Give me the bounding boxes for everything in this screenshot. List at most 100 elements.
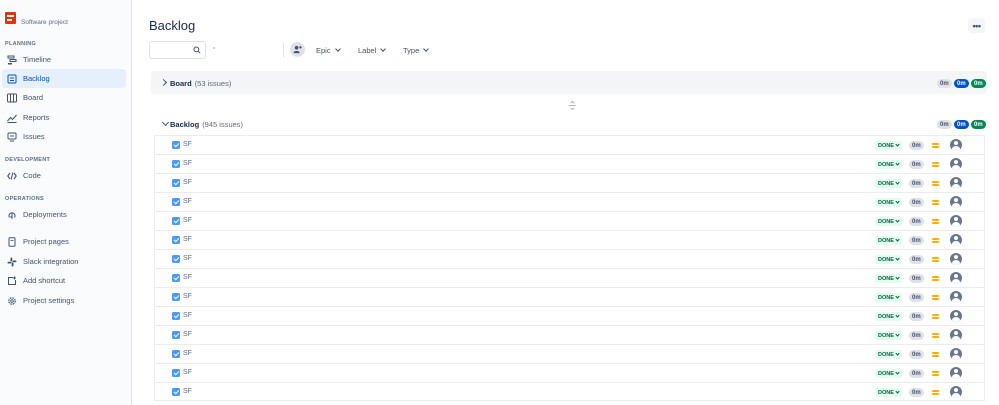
type-filter-button[interactable]: Type bbox=[403, 44, 430, 56]
estimate-pill-todo: 0m bbox=[937, 120, 952, 129]
chevron-right-icon[interactable] bbox=[159, 78, 168, 87]
status-label: DONE bbox=[878, 237, 894, 244]
issue-row[interactable]: SF DONE 0m bbox=[154, 154, 985, 173]
drag-handle-icon[interactable] bbox=[568, 101, 577, 110]
label-filter-button[interactable]: Label bbox=[358, 44, 387, 56]
issue-row[interactable]: SF DONE 0m bbox=[154, 363, 985, 382]
filter-label: Epic bbox=[316, 45, 331, 55]
sidebar-item-project-pages[interactable]: Project pages bbox=[2, 232, 126, 251]
assignee-avatar[interactable] bbox=[950, 291, 962, 303]
sidebar-item-slack-integration[interactable]: Slack integration bbox=[2, 252, 126, 271]
sidebar-item-label: Board bbox=[23, 93, 44, 102]
issue-row[interactable]: SF DONE 0m bbox=[154, 382, 985, 401]
status-dropdown[interactable]: DONE bbox=[875, 160, 902, 169]
estimate-badge: 0m bbox=[909, 293, 924, 302]
priority-medium-icon bbox=[932, 389, 939, 395]
priority-medium-icon bbox=[932, 294, 939, 300]
issue-row[interactable]: SF DONE 0m bbox=[154, 344, 985, 363]
epic-filter-button[interactable]: Epic bbox=[316, 44, 341, 56]
issue-key[interactable]: SF bbox=[183, 217, 192, 224]
status-dropdown[interactable]: DONE bbox=[875, 141, 902, 150]
sidebar-item-label: Backlog bbox=[23, 74, 50, 83]
add-people-filter-button[interactable] bbox=[290, 42, 305, 57]
task-type-icon bbox=[172, 217, 180, 225]
add-person-icon bbox=[293, 45, 302, 54]
task-type-icon bbox=[172, 255, 180, 263]
issue-key[interactable]: SF bbox=[183, 255, 192, 262]
issue-row[interactable]: SF DONE 0m bbox=[154, 211, 985, 230]
project-logo bbox=[5, 12, 16, 24]
issue-key[interactable]: SF bbox=[183, 331, 192, 338]
issue-key[interactable]: SF bbox=[183, 350, 192, 357]
issue-key[interactable]: SF bbox=[183, 236, 192, 243]
sidebar-item-add-shortcut[interactable]: Add shortcut bbox=[2, 271, 126, 290]
sidebar-item-reports[interactable]: Reports bbox=[2, 108, 126, 127]
assignee-avatar[interactable] bbox=[950, 386, 962, 398]
sidebar-item-deployments[interactable]: Deployments bbox=[2, 205, 126, 224]
status-label: DONE bbox=[878, 218, 894, 225]
assignee-avatar[interactable] bbox=[950, 329, 962, 341]
sidebar-item-board[interactable]: Board bbox=[2, 88, 126, 107]
assignee-avatar[interactable] bbox=[950, 139, 962, 151]
assignee-avatar[interactable] bbox=[950, 272, 962, 284]
assignee-avatar[interactable] bbox=[950, 253, 962, 265]
assignee-avatar[interactable] bbox=[950, 215, 962, 227]
issue-row[interactable]: SF DONE 0m bbox=[154, 268, 985, 287]
issue-key[interactable]: SF bbox=[183, 179, 192, 186]
estimate-pill-in-progress: 0m bbox=[954, 120, 969, 129]
status-dropdown[interactable]: DONE bbox=[875, 236, 902, 245]
priority-medium-icon bbox=[932, 218, 939, 224]
assignee-avatar[interactable] bbox=[950, 348, 962, 360]
issue-key[interactable]: SF bbox=[183, 160, 192, 167]
sidebar-item-timeline[interactable]: Timeline bbox=[2, 50, 126, 69]
assignee-avatar[interactable] bbox=[950, 177, 962, 189]
issue-key[interactable]: SF bbox=[183, 312, 192, 319]
sidebar-item-project-settings[interactable]: Project settings bbox=[2, 291, 126, 310]
sidebar-item-backlog[interactable]: Backlog bbox=[2, 69, 126, 88]
search-input[interactable] bbox=[153, 42, 197, 58]
issue-row[interactable]: SF DONE 0m bbox=[154, 230, 985, 249]
status-dropdown[interactable]: DONE bbox=[875, 331, 902, 340]
search-field[interactable] bbox=[149, 41, 206, 59]
issue-key[interactable]: SF bbox=[183, 198, 192, 205]
section-title-operations: OPERATIONS bbox=[5, 196, 44, 202]
status-label: DONE bbox=[878, 332, 894, 339]
issue-key[interactable]: SF bbox=[183, 141, 192, 148]
issue-row[interactable]: SF DONE 0m bbox=[154, 192, 985, 211]
status-dropdown[interactable]: DONE bbox=[875, 312, 902, 321]
issue-row[interactable]: SF DONE 0m bbox=[154, 135, 985, 154]
project-header[interactable]: Software project bbox=[5, 12, 131, 32]
issue-row[interactable]: SF DONE 0m bbox=[154, 306, 985, 325]
chevron-down-icon bbox=[895, 332, 900, 337]
status-dropdown[interactable]: DONE bbox=[875, 388, 902, 397]
status-dropdown[interactable]: DONE bbox=[875, 217, 902, 226]
issue-key[interactable]: SF bbox=[183, 274, 192, 281]
issue-row[interactable]: SF DONE 0m bbox=[154, 249, 985, 268]
estimate-pill-done: 0m bbox=[971, 120, 986, 129]
issue-row[interactable]: SF DONE 0m bbox=[154, 287, 985, 306]
assignee-avatar[interactable] bbox=[950, 310, 962, 322]
estimate-badge: 0m bbox=[909, 217, 924, 226]
status-dropdown[interactable]: DONE bbox=[875, 274, 902, 283]
status-dropdown[interactable]: DONE bbox=[875, 179, 902, 188]
issue-key[interactable]: SF bbox=[183, 293, 192, 300]
issue-row[interactable]: SF DONE 0m bbox=[154, 173, 985, 192]
board-section-header[interactable]: Board (53 issues) 0m 0m 0m bbox=[151, 71, 987, 94]
assignee-avatar[interactable] bbox=[950, 367, 962, 379]
status-dropdown[interactable]: DONE bbox=[875, 350, 902, 359]
backlog-section-header[interactable]: Backlog (945 issues) 0m 0m 0m bbox=[151, 116, 987, 134]
status-dropdown[interactable]: DONE bbox=[875, 293, 902, 302]
assignee-avatar[interactable] bbox=[950, 158, 962, 170]
status-dropdown[interactable]: DONE bbox=[875, 255, 902, 264]
assignee-avatar[interactable] bbox=[950, 234, 962, 246]
issue-key[interactable]: SF bbox=[183, 369, 192, 376]
status-dropdown[interactable]: DONE bbox=[875, 369, 902, 378]
more-actions-button[interactable]: ••• bbox=[968, 18, 985, 33]
status-dropdown[interactable]: DONE bbox=[875, 198, 902, 207]
issue-key[interactable]: SF bbox=[183, 388, 192, 395]
sidebar-item-issues[interactable]: Issues bbox=[2, 127, 126, 146]
issue-row[interactable]: SF DONE 0m bbox=[154, 325, 985, 344]
assignee-avatar[interactable] bbox=[950, 196, 962, 208]
sidebar-item-code[interactable]: Code bbox=[2, 166, 126, 185]
chevron-down-icon[interactable] bbox=[161, 118, 170, 127]
